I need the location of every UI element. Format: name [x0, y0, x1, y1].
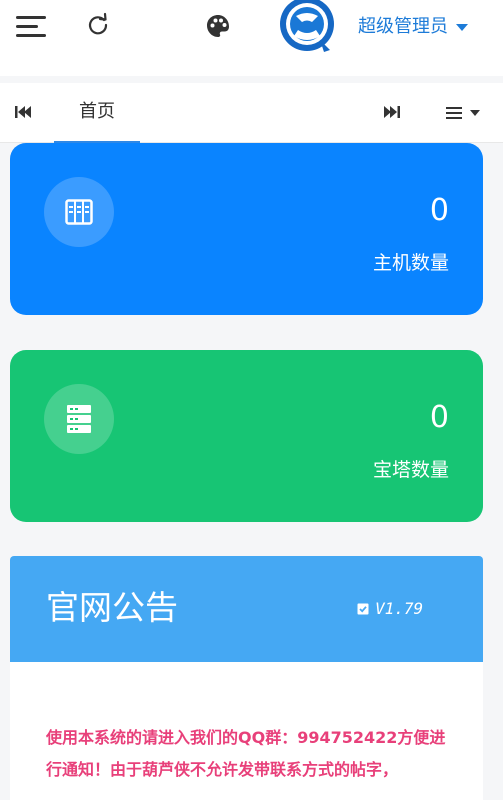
announcement-panel: 官网公告 V1.79 使用本系统的请进入我们的QQ群：994752422方便进行… — [10, 556, 483, 800]
server-stack-icon — [67, 405, 91, 433]
server-cabinet-icon — [65, 199, 93, 225]
checkbox-icon — [357, 603, 369, 615]
announcement-text: 使用本系统的请进入我们的QQ群：994752422方便进行通知！由于葫芦侠不允许… — [46, 728, 446, 779]
top-header: 超级管理员 — [0, 0, 503, 76]
hosts-label: 主机数量 — [372, 252, 449, 274]
menu-toggle-icon[interactable] — [16, 14, 48, 38]
bt-label: 宝塔数量 — [372, 459, 449, 481]
tab-options-icon[interactable] — [446, 105, 484, 121]
refresh-icon[interactable] — [86, 12, 110, 36]
chevron-down-icon — [456, 23, 468, 31]
tab-scroll-right-icon[interactable] — [383, 105, 401, 119]
tab-bar: 首页 — [0, 83, 503, 143]
tab-scroll-left-icon[interactable] — [14, 105, 32, 119]
bt-stat-card[interactable]: 0 宝塔数量 — [10, 350, 483, 522]
announcement-title: 官网公告 — [46, 588, 178, 627]
theme-palette-icon[interactable] — [205, 13, 231, 39]
version-tag: V1.79 — [357, 598, 423, 620]
bt-count: 0 — [429, 400, 449, 435]
user-menu[interactable]: 超级管理员 — [358, 12, 468, 38]
hosts-stat-card[interactable]: 0 主机数量 — [10, 143, 483, 315]
version-number: V1.79 — [375, 599, 424, 618]
announcement-header: 官网公告 V1.79 — [10, 556, 483, 662]
hosts-count: 0 — [429, 193, 449, 228]
stat-icon-container — [44, 384, 114, 454]
tab-home[interactable]: 首页 — [54, 83, 140, 143]
user-name: 超级管理员 — [358, 16, 448, 37]
site-logo — [280, 0, 334, 52]
stat-icon-container — [44, 177, 114, 247]
